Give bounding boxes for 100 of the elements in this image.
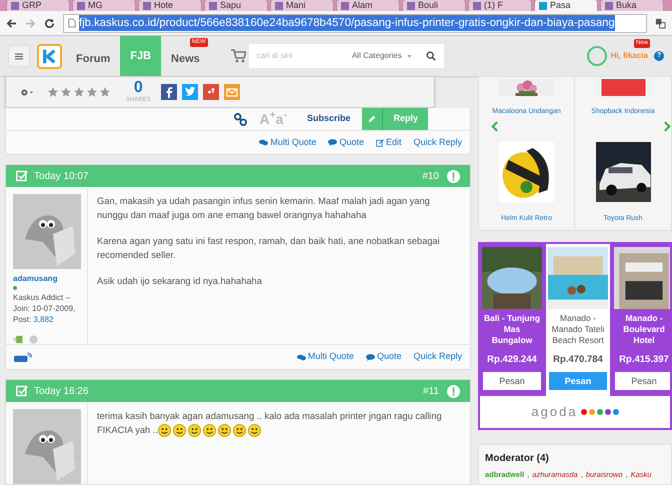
address-field[interactable]: fjb.kaskus.co.id/product/566e838160e24ba9678b4570/pasang-infus-printer-gratis-ongkir-dan-biaya-pasang xyxy=(63,14,647,32)
wap-icon xyxy=(14,352,32,362)
browser-tab[interactable]: Mani xyxy=(270,0,334,11)
favicon-icon xyxy=(275,2,283,10)
report-icon[interactable] xyxy=(447,384,460,398)
post-time: Today 16:26 xyxy=(34,384,88,398)
user-rank: Kaskus Addict – xyxy=(13,292,71,303)
star-icon[interactable] xyxy=(86,86,98,98)
smiley-icon xyxy=(202,424,216,438)
post-text: Karena agan yang satu ini fast respon, ramah, dan baik hati, ane nobatkan sebagai recomended seller. xyxy=(97,235,441,262)
post-time: Today 10:07 xyxy=(34,170,88,184)
favicon-icon xyxy=(77,2,85,10)
smiley-icon xyxy=(188,424,201,438)
forward-icon[interactable] xyxy=(25,18,36,28)
post-text: terima kasih banyak agan adamusang .. kalo ada masalah printer jngan ragu calling FIKACIA yah .. xyxy=(97,409,461,438)
hotel-price: Rp.429.244 xyxy=(487,353,537,367)
browser-tab[interactable]: Pasa xyxy=(534,0,598,11)
hotel-card[interactable]: Bali - Tunjung Mas Bungalow Rp.429.244 Pesan xyxy=(480,244,544,396)
post-action-link[interactable]: Multi Quote xyxy=(296,350,354,364)
hotel-name: Manado - Boulevard Hotel xyxy=(622,313,666,347)
moderator-title: Moderator (4) xyxy=(485,452,550,466)
comment-icon xyxy=(328,139,338,146)
edit-icon xyxy=(376,138,384,146)
comments-icon xyxy=(296,354,306,360)
nav-tab[interactable]: Forum xyxy=(66,50,120,68)
comment-icon xyxy=(366,354,375,360)
smiley-icon xyxy=(232,424,246,438)
post-action-link[interactable]: Multi Quote xyxy=(259,136,316,150)
post-action-link[interactable]: Quick Reply xyxy=(413,350,462,364)
star-icon[interactable] xyxy=(73,86,85,98)
avatar-icon xyxy=(13,194,81,269)
browser-tab[interactable]: Sapu xyxy=(204,0,268,11)
post-action-link[interactable]: Edit xyxy=(376,136,402,150)
back-icon[interactable] xyxy=(6,18,17,28)
smiley-icon xyxy=(248,424,261,438)
facebook-icon[interactable] xyxy=(160,84,177,100)
favicon-icon xyxy=(407,2,415,10)
mail-icon[interactable] xyxy=(224,84,240,100)
book-button[interactable]: Pesan xyxy=(549,372,607,390)
browser-tab[interactable]: Hote xyxy=(138,0,202,11)
report-icon[interactable] xyxy=(447,170,460,182)
cart-icon[interactable] xyxy=(230,49,246,63)
caret-icon[interactable] xyxy=(406,54,412,58)
translate-icon[interactable] xyxy=(655,18,666,28)
hotel-price: Rp.415.397 xyxy=(619,353,669,367)
browser-tab[interactable]: (1) F xyxy=(468,0,532,11)
logo-icon[interactable] xyxy=(37,44,62,68)
book-button[interactable]: Pesan xyxy=(615,372,670,390)
hotel-name: Bali - Tunjung Mas Bungalow xyxy=(483,313,541,347)
category-select[interactable]: All Categories xyxy=(352,50,402,62)
menu-icon xyxy=(15,52,23,60)
reload-icon[interactable] xyxy=(44,18,55,28)
nav-tab[interactable]: News xyxy=(161,50,210,68)
hotel-name: Manado - Manado Tateli Beach Resort xyxy=(550,313,606,347)
favicon-icon xyxy=(143,2,151,10)
book-button[interactable]: Pesan xyxy=(483,372,541,390)
browser-tab[interactable]: Alam xyxy=(336,0,400,11)
post-action-link[interactable]: Quick Reply xyxy=(413,136,462,150)
twitter-icon[interactable] xyxy=(182,84,198,100)
checkbox-icon xyxy=(16,385,28,397)
comments-icon xyxy=(259,139,268,146)
favicon-icon xyxy=(539,2,547,10)
favicon-icon xyxy=(209,2,217,10)
star-icon[interactable] xyxy=(99,86,111,98)
edit-button[interactable] xyxy=(362,108,384,130)
hotel-card[interactable]: Manado - Manado Tateli Beach Resort Rp.470.784 Pesan xyxy=(546,244,610,396)
post-text: Gan, makasih ya udah pasangin infus senin kemarin. Maaf malah jadi agan yang nunggu dan maaf juga om ane emang bawel orangnya hahahaha xyxy=(97,195,431,222)
favicon-icon xyxy=(341,2,349,10)
google-plus-icon[interactable] xyxy=(202,84,219,100)
smiley-icon xyxy=(172,424,186,438)
search-field[interactable]: cari di sini All Categories xyxy=(248,44,444,68)
user-avatar[interactable] xyxy=(586,46,607,66)
menu-button[interactable] xyxy=(8,45,30,67)
smiley-icon xyxy=(218,424,231,438)
favicon-icon xyxy=(473,2,481,10)
post-action-link[interactable]: Quote xyxy=(328,136,364,150)
link-icon[interactable] xyxy=(234,112,248,126)
page-icon xyxy=(68,18,76,28)
chevron-left-icon[interactable] xyxy=(491,121,498,132)
share-count: 0 xyxy=(134,80,143,96)
hotel-price: Rp.470.784 xyxy=(553,353,603,367)
smiley-icon xyxy=(158,424,171,438)
browser-tab[interactable]: GRP xyxy=(6,0,70,11)
post-action-link[interactable]: Quote xyxy=(366,350,402,364)
gear-icon[interactable] xyxy=(20,88,34,96)
browser-tab[interactable]: MG xyxy=(72,0,136,11)
star-icon[interactable] xyxy=(47,86,59,98)
post-text: Asik udah ijo sekarang id nya.hahahaha xyxy=(97,275,263,288)
favicon-icon xyxy=(11,2,19,10)
hotel-card[interactable]: Manado - Boulevard Hotel Rp.415.397 Pesan xyxy=(612,244,670,396)
browser-tab[interactable]: Buka xyxy=(600,0,664,11)
search-icon[interactable] xyxy=(426,51,436,61)
browser-tab[interactable]: Bouli xyxy=(402,0,466,11)
pencil-icon xyxy=(368,115,376,123)
username-link[interactable]: adamusang xyxy=(13,273,87,284)
chevron-right-icon[interactable] xyxy=(664,121,671,132)
join-date: Join: 10-07-2009, xyxy=(13,303,76,314)
subscribe-link[interactable]: Subscribe xyxy=(306,112,350,126)
post-count: Post: 3,882 xyxy=(13,314,54,325)
star-icon[interactable] xyxy=(60,86,72,98)
